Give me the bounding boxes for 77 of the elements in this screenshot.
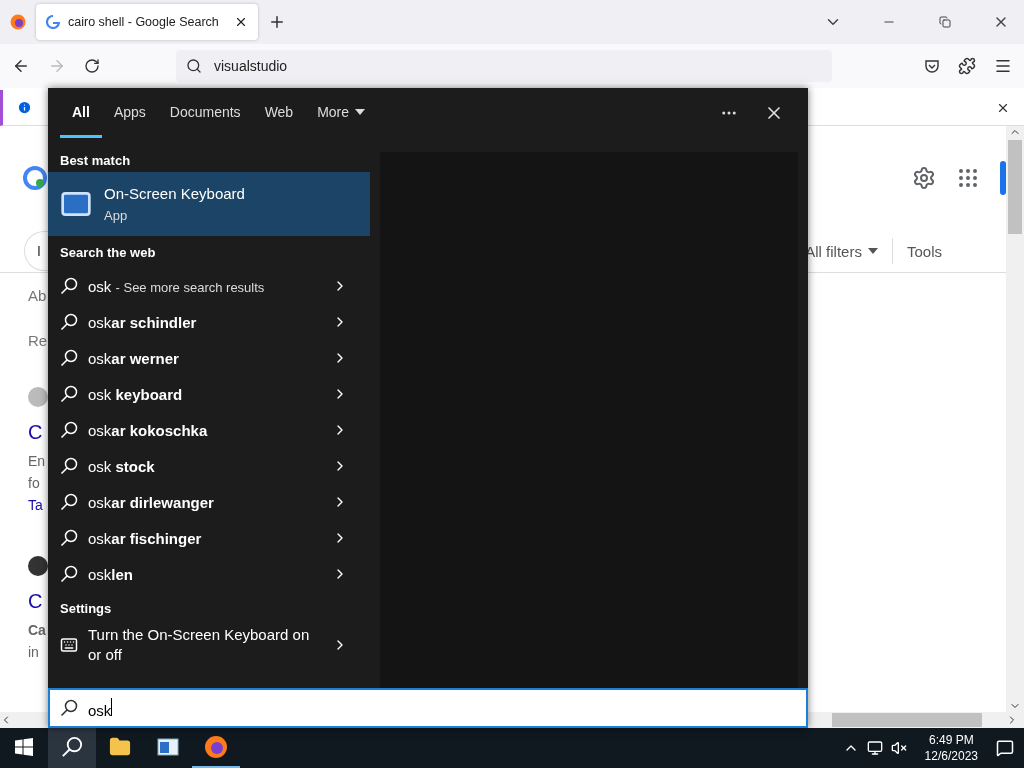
web-result[interactable]: oskar kokoschka: [48, 412, 370, 448]
search-icon: [60, 699, 78, 717]
filter-tab[interactable]: Apps: [101, 88, 158, 138]
settings-result[interactable]: Turn the On-Screen Keyboard on or off: [48, 620, 370, 670]
reload-icon[interactable]: [84, 58, 100, 74]
new-tab-icon[interactable]: [268, 13, 286, 31]
app-type: App: [104, 208, 129, 223]
filter-tab[interactable]: Web: [252, 88, 306, 138]
folder-icon: [109, 736, 131, 758]
search-icon: [60, 385, 78, 403]
filter-tab[interactable]: All: [60, 88, 102, 138]
volume-muted-icon[interactable]: [890, 740, 907, 756]
results-count: Ab: [28, 287, 47, 304]
search-icon: [60, 349, 78, 367]
result-snippet: Ca: [28, 621, 46, 640]
restore-icon[interactable]: [939, 16, 951, 28]
app-name: On-Screen Keyboard: [104, 185, 245, 202]
four-panes-icon: [15, 738, 33, 756]
section-heading: Best match: [59, 151, 132, 170]
web-result[interactable]: oskar werner: [48, 340, 370, 376]
web-result[interactable]: osk keyboard: [48, 376, 370, 412]
result-title[interactable]: C: [28, 590, 43, 613]
caret-icon: [867, 248, 878, 254]
clock[interactable]: 6:49 PM 12/6/2023: [924, 732, 978, 764]
info-icon: [17, 100, 32, 115]
browser-tab[interactable]: cairo shell - Google Search: [36, 4, 258, 40]
tools-button[interactable]: Tools: [906, 242, 942, 260]
best-match-item[interactable]: On-Screen Keyboard App: [48, 172, 370, 236]
web-result[interactable]: osk stock: [48, 448, 370, 484]
section-heading: Settings: [59, 599, 113, 618]
web-result[interactable]: oskar dirlewanger: [48, 484, 370, 520]
menu-icon[interactable]: [994, 57, 1012, 75]
extensions-icon[interactable]: [958, 57, 976, 75]
search-icon: [186, 58, 202, 74]
search-icon: [60, 529, 78, 547]
notifications-icon[interactable]: [996, 739, 1014, 757]
firefox-icon: [204, 735, 228, 759]
scroll-thumb[interactable]: [832, 713, 982, 727]
search-icon: [60, 313, 78, 331]
result-snippet: En: [28, 452, 46, 471]
filter-tab[interactable]: Documents: [157, 88, 253, 138]
search-icon: [61, 736, 83, 758]
section-heading: Search the web: [59, 243, 157, 262]
firefox-icon[interactable]: [10, 14, 26, 30]
text-cursor: [111, 697, 113, 716]
caret-icon: [355, 108, 366, 115]
window-icon: [157, 738, 179, 756]
site-icon: [28, 556, 48, 576]
filter-tab[interactable]: More: [305, 88, 378, 138]
address-field[interactable]: visualstudio: [176, 50, 832, 82]
result-snippet: fo: [28, 474, 40, 493]
settings-icon[interactable]: [912, 166, 936, 190]
web-result[interactable]: oskar fischinger: [48, 520, 370, 556]
search-icon: [60, 457, 78, 475]
result-title[interactable]: C: [28, 421, 43, 444]
network-icon[interactable]: [866, 740, 883, 756]
search-icon: [60, 277, 78, 295]
web-result[interactable]: osklen: [48, 556, 370, 592]
search-icon: [60, 565, 78, 583]
section-heading: Re: [28, 332, 48, 349]
web-result[interactable]: oskar schindler: [48, 304, 370, 340]
search-icon: [60, 493, 78, 511]
search-field[interactable]: osk: [48, 688, 808, 728]
result-snippet: in: [28, 643, 39, 662]
site-icon: [28, 387, 48, 407]
logo-icon: [22, 165, 48, 191]
google-icon: [46, 15, 60, 29]
search-icon: [60, 421, 78, 439]
result-link[interactable]: Ta: [28, 494, 43, 516]
apps-icon[interactable]: [956, 166, 980, 190]
scroll-thumb[interactable]: [1008, 140, 1022, 234]
web-result[interactable]: osk - See more search results: [48, 268, 370, 304]
close-icon[interactable]: [234, 15, 248, 29]
taskbar-app[interactable]: [48, 728, 96, 768]
tab-title: cairo shell - Google Search: [68, 15, 220, 29]
pocket-icon[interactable]: [924, 58, 940, 74]
back-icon[interactable]: [12, 57, 30, 75]
